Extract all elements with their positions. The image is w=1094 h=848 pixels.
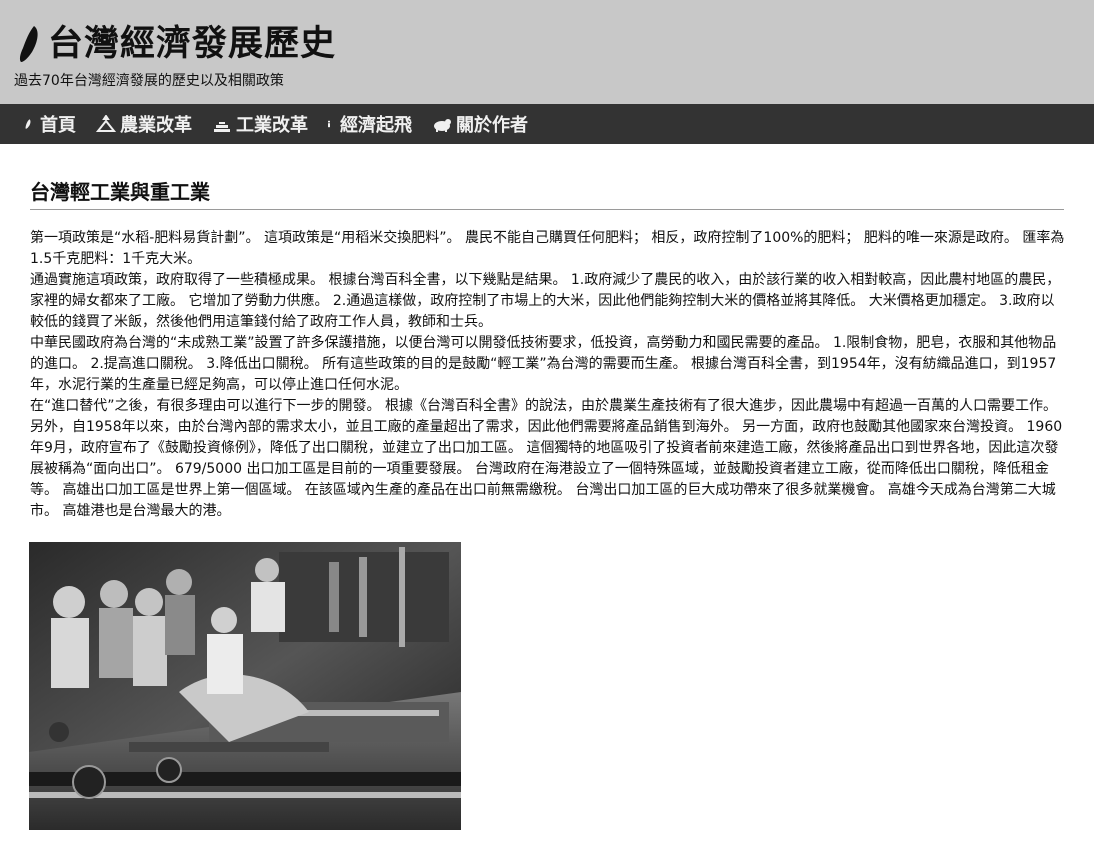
nav-label-industry: 工業改革 — [236, 115, 308, 136]
photo-illustration — [29, 542, 461, 830]
site-title-text: 台灣經濟發展歷史 — [48, 24, 337, 64]
farmer-icon — [96, 115, 116, 132]
nav-item-home[interactable]: 首頁 — [0, 104, 86, 144]
article-paragraph: 通過實施這項政策，政府取得了一些積極成果。 根據台灣百科全書，以下幾點是結果。 … — [30, 272, 1061, 330]
nav-item-about[interactable]: 關於作者 — [422, 104, 538, 144]
article-paragraph: 在“進口替代”之後，有很多理由可以進行下一步的開發。 根據《台灣百科全書》的說法… — [30, 398, 1063, 519]
article-body: 第一項政策是“水稻-肥料易貨計劃”。 這項政策是“用稻米交換肥料”。 農民不能自… — [30, 228, 1066, 522]
factory-workers-photo — [29, 542, 461, 830]
article-paragraph: 中華民國政府為台灣的“未成熟工業”設置了許多保護措施，以便台灣可以開發低技術要求… — [30, 335, 1057, 393]
nav-label-economy: 經濟起飛 — [340, 115, 412, 136]
nav-item-industry[interactable]: 工業改革 — [202, 104, 318, 144]
site-header: 台灣經濟發展歷史 過去70年台灣經濟發展的歷史以及相關政策 — [0, 0, 1094, 104]
bear-icon — [434, 119, 451, 132]
factory-icon — [214, 122, 230, 132]
main-nav: 首頁 農業改革 工業改革 經濟起飛 關於作者 — [0, 104, 1094, 144]
taiwan-leaf-icon — [19, 26, 38, 62]
site-subtitle: 過去70年台灣經濟發展的歷史以及相關政策 — [14, 73, 284, 89]
article-heading: 台灣輕工業與重工業 — [30, 176, 1064, 210]
leaf-icon — [25, 119, 31, 129]
article-paragraph: 第一項政策是“水稻-肥料易貨計劃”。 這項政策是“用稻米交換肥料”。 農民不能自… — [30, 230, 1065, 267]
nav-label-home: 首頁 — [40, 115, 76, 136]
site-title[interactable]: 台灣經濟發展歷史 — [16, 20, 336, 68]
nav-item-agriculture[interactable]: 農業改革 — [86, 104, 202, 144]
nav-label-agriculture: 農業改革 — [120, 115, 192, 136]
nav-item-economy[interactable]: 經濟起飛 — [318, 104, 422, 144]
nav-label-about: 關於作者 — [456, 115, 528, 136]
info-icon — [328, 120, 330, 128]
